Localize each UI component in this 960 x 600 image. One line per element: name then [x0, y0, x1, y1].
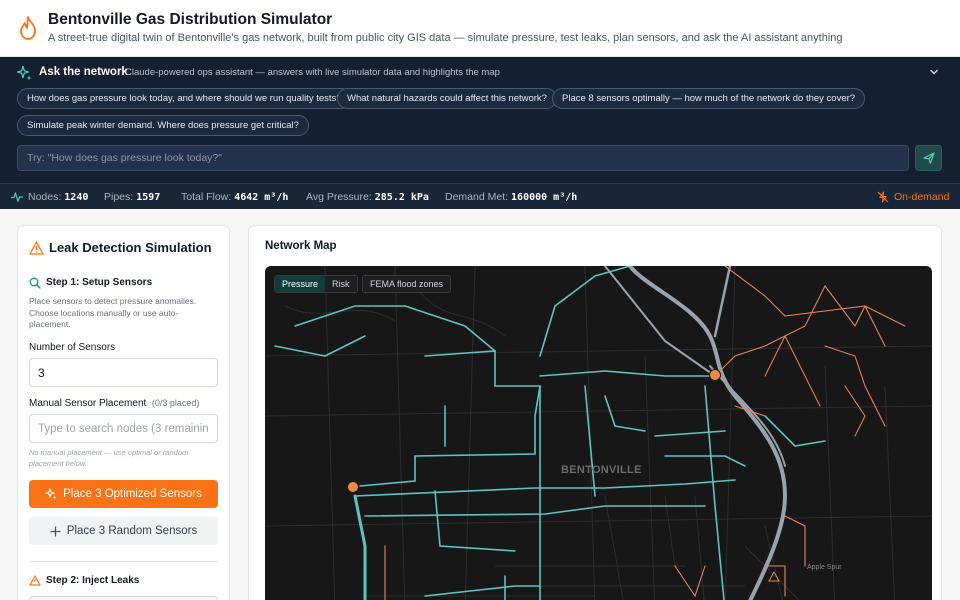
stat-pressure: Avg Pressure: 285.2 kPa — [306, 191, 429, 203]
step2-field[interactable] — [29, 596, 218, 600]
sparkles-icon — [16, 65, 32, 81]
send-icon — [922, 152, 935, 164]
place-optimized-sensors-button[interactable]: Place 3 Optimized Sensors — [29, 480, 218, 508]
ask-input[interactable] — [17, 145, 909, 171]
stat-pressure-label: Avg Pressure: — [306, 191, 372, 203]
map-layer-tabs: Pressure Risk — [274, 275, 358, 293]
manual-placement-label: Manual Sensor Placement (0/3 placed) — [29, 398, 199, 409]
num-sensors-input[interactable] — [29, 358, 218, 387]
stat-pipes: Pipes: 1597 — [104, 191, 160, 203]
step1-description: Place sensors to detect pressure anomali… — [29, 296, 197, 329]
suggestion-chip[interactable]: What natural hazards could affect this n… — [337, 88, 557, 109]
network-map[interactable]: Pressure Risk FEMA flood zones BENTONVIL… — [265, 266, 932, 600]
assistant-description: Claude-powered ops assistant — answers w… — [125, 67, 500, 78]
network-map-card: Network Map Pressure Risk FEMA flood zon… — [248, 225, 942, 600]
manual-placement-hint: No manual placement — use optimal or ran… — [29, 448, 189, 468]
tab-pressure[interactable]: Pressure — [275, 276, 326, 292]
stat-flow: Total Flow: 4642 m³/h — [181, 191, 288, 203]
stat-pipes-value: 1597 — [136, 192, 161, 203]
app-title: Bentonville Gas Distribution Simulator — [48, 11, 333, 28]
stat-demand: Demand Met: 160000 m³/h — [445, 191, 577, 203]
num-sensors-label: Number of Sensors — [29, 342, 116, 353]
node-search-input[interactable] — [29, 414, 218, 443]
app-subtitle: A street-true digital twin of Bentonvill… — [48, 32, 843, 44]
assistant-title: Ask the network — [39, 66, 128, 78]
stat-nodes-value: 1240 — [64, 192, 89, 203]
app-header: Bentonville Gas Distribution Simulator A… — [0, 0, 960, 57]
search-icon — [29, 277, 41, 289]
on-demand-toggle[interactable]: On-demand — [894, 191, 949, 203]
map-title: Network Map — [265, 240, 337, 252]
stat-nodes: Nodes: 1240 — [28, 191, 88, 203]
stat-demand-label: Demand Met: — [445, 191, 509, 203]
sensor-marker[interactable] — [347, 481, 359, 493]
step1-title: Step 1: Setup Sensors — [46, 277, 153, 288]
place-random-sensors-button[interactable]: Place 3 Random Sensors — [29, 517, 218, 545]
manual-placement-count: (0/3 placed) — [151, 398, 200, 408]
panel-title: Leak Detection Simulation — [49, 240, 212, 255]
alert-triangle-icon — [29, 241, 44, 255]
stat-pressure-value: 285.2 kPa — [374, 192, 429, 203]
map-label-place: Apple Spur — [807, 564, 842, 571]
activity-icon — [11, 192, 23, 203]
fema-flood-zones-toggle[interactable]: FEMA flood zones — [362, 275, 452, 293]
flame-icon — [20, 16, 36, 40]
pipe-network-pressure — [274, 266, 826, 600]
assistant-panel: Ask the network Claude-powered ops assis… — [0, 57, 960, 183]
sparkles-icon — [45, 488, 57, 500]
place-random-sensors-label: Place 3 Random Sensors — [66, 525, 198, 537]
plus-icon — [50, 525, 61, 537]
network-map-canvas[interactable] — [265, 266, 932, 600]
section-divider — [29, 561, 218, 562]
stat-pipes-label: Pipes: — [104, 191, 134, 203]
tab-risk[interactable]: Risk — [325, 276, 357, 292]
stat-flow-label: Total Flow: — [181, 191, 232, 203]
suggestion-chip[interactable]: Place 8 sensors optimally — how much of … — [552, 88, 866, 109]
leak-detection-panel: Leak Detection Simulation Step 1: Setup … — [17, 225, 230, 600]
map-label-city: BENTONVILLE — [561, 464, 642, 476]
stat-flow-value: 4642 m³/h — [234, 192, 289, 203]
zap-off-icon — [877, 191, 889, 203]
stat-demand-value: 160000 m³/h — [511, 192, 578, 203]
send-button[interactable] — [915, 145, 942, 171]
alert-triangle-icon — [29, 575, 41, 586]
stat-nodes-label: Nodes: — [28, 191, 62, 203]
suggestion-chip[interactable]: Simulate peak winter demand. Where does … — [17, 115, 309, 136]
manual-placement-label-text: Manual Sensor Placement — [29, 398, 147, 409]
place-optimized-sensors-label: Place 3 Optimized Sensors — [63, 488, 202, 500]
stats-bar: Nodes: 1240 Pipes: 1597 Total Flow: 4642 m³… — [0, 183, 960, 209]
step2-title: Step 2: Inject Leaks — [46, 575, 140, 586]
sensor-marker[interactable] — [709, 369, 721, 381]
suggestion-chip[interactable]: How does gas pressure look today, and wh… — [17, 88, 352, 109]
chevron-down-icon[interactable] — [928, 66, 940, 78]
